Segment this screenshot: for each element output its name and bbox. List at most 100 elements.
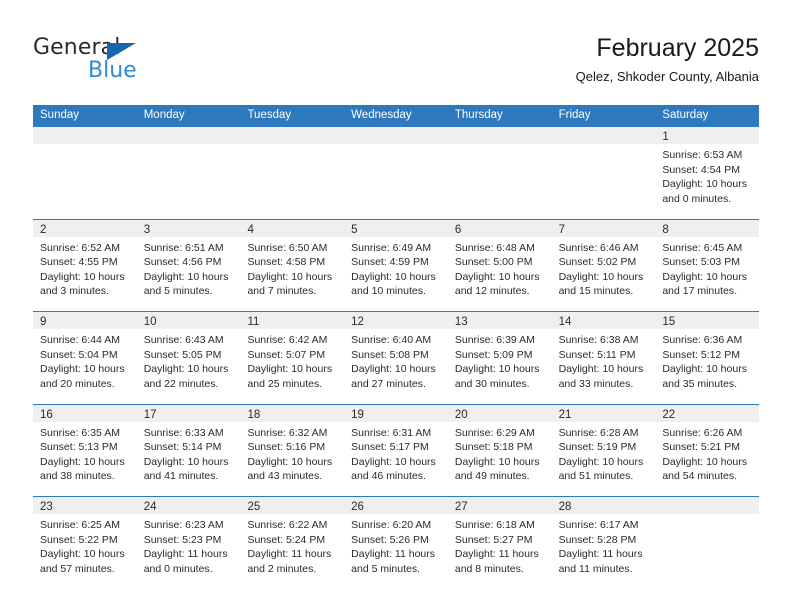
day-number-band: 27 bbox=[447, 497, 552, 514]
day-cell[interactable]: 1 Sunrise: 6:53 AM Sunset: 4:54 PM Daylight… bbox=[655, 127, 760, 219]
weekday-header-friday: Friday bbox=[558, 109, 591, 121]
day-cell[interactable]: 16 Sunrise: 6:35 AM Sunset: 5:13 PM Dayligh… bbox=[33, 404, 137, 496]
day-details: Sunrise: 6:46 AM Sunset: 5:02 PM Daylight:… bbox=[552, 237, 656, 299]
day-cell[interactable]: 11 Sunrise: 6:42 AM Sunset: 5:07 PM Dayligh… bbox=[240, 312, 345, 404]
day-cell[interactable]: 14 Sunrise: 6:38 AM Sunset: 5:11 PM Dayligh… bbox=[551, 312, 656, 404]
general-blue-logo[interactable]: General Blue bbox=[33, 36, 233, 92]
day-number-band: 9 bbox=[33, 312, 137, 329]
weeks-container: 1 Sunrise: 6:53 AM Sunset: 4:54 PM Daylight… bbox=[33, 126, 760, 589]
day-number-band: 19 bbox=[344, 404, 448, 422]
title-block: February 2025 Qelez, Shkoder County, Alb… bbox=[576, 33, 759, 85]
day-details: Sunrise: 6:50 AM Sunset: 4:58 PM Daylight:… bbox=[240, 237, 344, 299]
day-cell[interactable]: 23 Sunrise: 6:25 AM Sunset: 5:22 PM Dayligh… bbox=[33, 497, 137, 588]
day-number: 26 bbox=[351, 501, 364, 513]
day-cell[interactable]: 7 Sunrise: 6:46 AM Sunset: 5:02 PM Daylight… bbox=[551, 219, 656, 311]
daylight-duration-line1: Daylight: 10 hours bbox=[143, 270, 229, 283]
day-cell[interactable]: 4 Sunrise: 6:50 AM Sunset: 4:58 PM Daylight… bbox=[240, 219, 345, 311]
sunrise-time: Sunrise: 6:49 AM bbox=[351, 241, 432, 254]
day-number-band: 6 bbox=[447, 219, 552, 237]
day-number-band: 8 bbox=[655, 219, 760, 237]
day-cell[interactable]: 24 Sunrise: 6:23 AM Sunset: 5:23 PM Dayligh… bbox=[136, 497, 241, 588]
daylight-duration-line1: Daylight: 10 hours bbox=[40, 548, 125, 561]
day-cell[interactable]: 18 Sunrise: 6:32 AM Sunset: 5:16 PM Dayligh… bbox=[240, 404, 345, 496]
day-number-band bbox=[240, 127, 345, 144]
day-cell[interactable]: 17 Sunrise: 6:33 AM Sunset: 5:14 PM Dayligh… bbox=[136, 404, 241, 496]
day-cell[interactable]: 8 Sunrise: 6:45 AM Sunset: 5:03 PM Daylight… bbox=[655, 219, 760, 311]
day-number: 6 bbox=[454, 223, 462, 236]
day-number: 18 bbox=[247, 408, 261, 421]
day-cell[interactable]: 6 Sunrise: 6:48 AM Sunset: 5:00 PM Daylight… bbox=[447, 219, 552, 311]
day-details: Sunrise: 6:45 AM Sunset: 5:03 PM Daylight:… bbox=[655, 237, 759, 299]
day-cell[interactable]: 2 Sunrise: 6:52 AM Sunset: 4:55 PM Daylight… bbox=[33, 219, 137, 311]
sunrise-time: Sunrise: 6:17 AM bbox=[558, 519, 639, 531]
day-cell[interactable]: 12 Sunrise: 6:40 AM Sunset: 5:08 PM Dayligh… bbox=[344, 312, 448, 404]
sunrise-time: Sunrise: 6:32 AM bbox=[247, 426, 328, 439]
day-cell[interactable]: 25 Sunrise: 6:22 AM Sunset: 5:24 PM Dayligh… bbox=[240, 497, 345, 588]
sunrise-time: Sunrise: 6:28 AM bbox=[558, 426, 639, 439]
day-details: Sunrise: 6:23 AM Sunset: 5:23 PM Daylight:… bbox=[137, 514, 241, 576]
day-cell[interactable]: 28 Sunrise: 6:17 AM Sunset: 5:28 PM Dayligh… bbox=[551, 497, 656, 588]
day-number: 8 bbox=[662, 223, 669, 236]
day-number-band bbox=[344, 127, 448, 144]
sunrise-time: Sunrise: 6:35 AM bbox=[40, 426, 120, 439]
sunset-time: Sunset: 5:21 PM bbox=[662, 441, 740, 454]
sunset-time: Sunset: 5:11 PM bbox=[558, 348, 636, 361]
daylight-duration-line2: and 12 minutes. bbox=[454, 285, 530, 298]
sunset-time: Sunset: 5:16 PM bbox=[247, 441, 326, 454]
sunset-time: Sunset: 5:03 PM bbox=[662, 256, 740, 269]
day-number: 1 bbox=[662, 131, 669, 143]
sunset-time: Sunset: 5:07 PM bbox=[247, 348, 326, 361]
sunset-time: Sunset: 5:22 PM bbox=[40, 533, 118, 546]
daylight-duration-line1: Daylight: 11 hours bbox=[558, 548, 643, 561]
day-cell[interactable]: 3 Sunrise: 6:51 AM Sunset: 4:56 PM Daylight… bbox=[136, 219, 241, 311]
calendar-page: General Blue February 2025 Qelez, Shkode… bbox=[0, 0, 792, 612]
sunset-time: Sunset: 5:14 PM bbox=[143, 441, 222, 454]
day-details: Sunrise: 6:52 AM Sunset: 4:55 PM Daylight:… bbox=[33, 237, 137, 299]
day-number-band: 24 bbox=[136, 497, 241, 514]
day-details: Sunrise: 6:26 AM Sunset: 5:21 PM Daylight:… bbox=[655, 422, 759, 484]
day-number-band bbox=[655, 497, 760, 514]
day-number: 5 bbox=[351, 223, 358, 236]
day-cell[interactable]: 20 Sunrise: 6:29 AM Sunset: 5:18 PM Dayligh… bbox=[447, 404, 552, 496]
daylight-duration-line1: Daylight: 10 hours bbox=[247, 363, 333, 376]
day-cell[interactable]: 22 Sunrise: 6:26 AM Sunset: 5:21 PM Dayligh… bbox=[655, 404, 760, 496]
week-row: 1 Sunrise: 6:53 AM Sunset: 4:54 PM Daylight… bbox=[33, 126, 760, 219]
day-details: Sunrise: 6:31 AM Sunset: 5:17 PM Daylight:… bbox=[344, 422, 448, 484]
day-cell[interactable]: 10 Sunrise: 6:43 AM Sunset: 5:05 PM Dayligh… bbox=[136, 312, 241, 404]
daylight-duration-line1: Daylight: 10 hours bbox=[40, 270, 125, 283]
day-number: 13 bbox=[454, 316, 468, 328]
day-cell[interactable]: 21 Sunrise: 6:28 AM Sunset: 5:19 PM Dayligh… bbox=[551, 404, 656, 496]
day-cell[interactable]: 5 Sunrise: 6:49 AM Sunset: 4:59 PM Daylight… bbox=[344, 219, 448, 311]
day-number: 19 bbox=[351, 408, 364, 421]
weekday-header-wednesday: Wednesday bbox=[351, 109, 412, 121]
day-cell[interactable]: 13 Sunrise: 6:39 AM Sunset: 5:09 PM Dayligh… bbox=[447, 312, 552, 404]
daylight-duration-line2: and 15 minutes. bbox=[558, 285, 634, 298]
day-details: Sunrise: 6:39 AM Sunset: 5:09 PM Daylight:… bbox=[448, 329, 552, 391]
day-cell[interactable]: 27 Sunrise: 6:18 AM Sunset: 5:27 PM Dayligh… bbox=[447, 497, 552, 588]
day-details: Sunrise: 6:25 AM Sunset: 5:22 PM Daylight:… bbox=[33, 514, 137, 576]
daylight-duration-line2: and 3 minutes. bbox=[40, 285, 109, 298]
daylight-duration-line2: and 38 minutes. bbox=[40, 470, 115, 483]
daylight-duration-line1: Daylight: 10 hours bbox=[40, 455, 125, 468]
sunset-time: Sunset: 5:08 PM bbox=[351, 348, 429, 361]
day-cell[interactable]: 9 Sunrise: 6:44 AM Sunset: 5:04 PM Daylight… bbox=[33, 312, 137, 404]
sunrise-time: Sunrise: 6:26 AM bbox=[662, 426, 743, 439]
daylight-duration-line2: and 30 minutes. bbox=[454, 377, 530, 390]
day-number: 11 bbox=[247, 316, 260, 328]
sunrise-time: Sunrise: 6:33 AM bbox=[143, 426, 224, 439]
daylight-duration-line2: and 10 minutes. bbox=[351, 285, 426, 298]
day-number: 7 bbox=[558, 223, 565, 236]
sunrise-time: Sunrise: 6:45 AM bbox=[662, 241, 743, 254]
daylight-duration-line1: Daylight: 11 hours bbox=[143, 548, 228, 561]
day-cell[interactable]: 15 Sunrise: 6:36 AM Sunset: 5:12 PM Dayligh… bbox=[655, 312, 760, 404]
daylight-duration-line1: Daylight: 10 hours bbox=[454, 455, 540, 468]
day-cell[interactable]: 19 Sunrise: 6:31 AM Sunset: 5:17 PM Dayligh… bbox=[344, 404, 448, 496]
sunrise-time: Sunrise: 6:36 AM bbox=[662, 334, 743, 346]
sunset-time: Sunset: 5:26 PM bbox=[351, 533, 429, 546]
sunset-time: Sunset: 5:18 PM bbox=[454, 441, 533, 454]
day-number-band: 28 bbox=[551, 497, 656, 514]
page-subtitle: Qelez, Shkoder County, Albania bbox=[575, 69, 759, 84]
day-cell[interactable]: 26 Sunrise: 6:20 AM Sunset: 5:26 PM Dayligh… bbox=[344, 497, 448, 588]
day-number-band: 22 bbox=[655, 404, 760, 422]
weekday-header-sunday: Sunday bbox=[40, 109, 80, 121]
